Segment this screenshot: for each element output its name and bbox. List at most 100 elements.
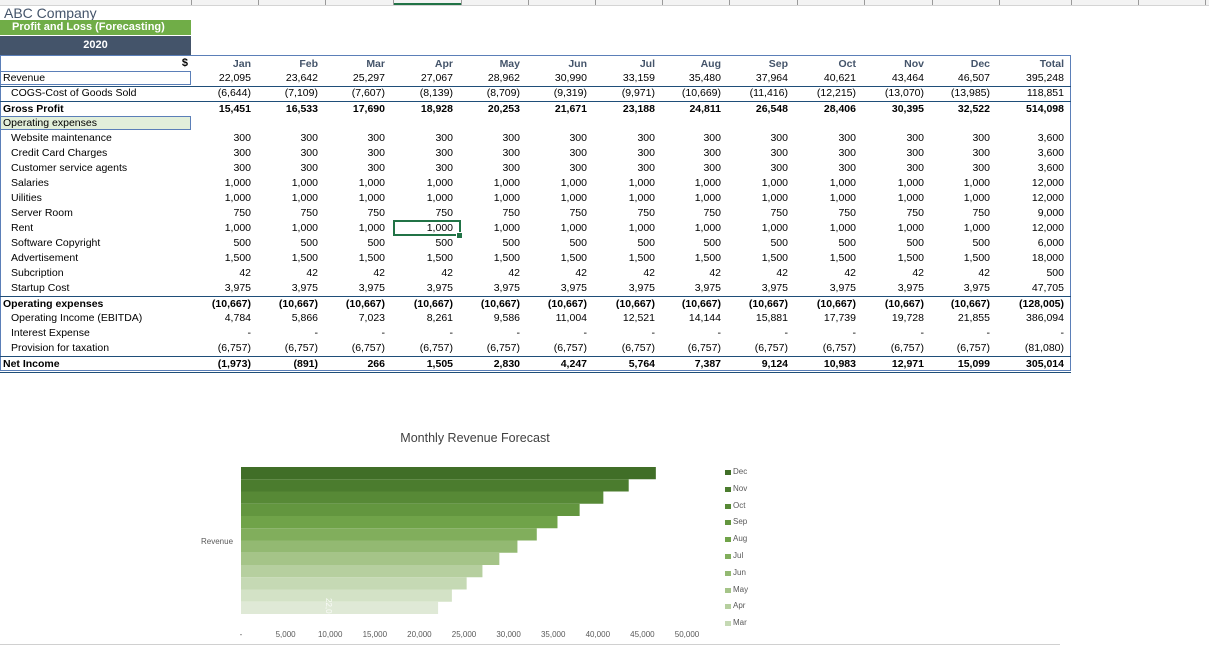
value-cell[interactable]: - xyxy=(527,326,588,341)
value-cell[interactable]: 300 xyxy=(258,146,318,161)
value-cell[interactable]: 300 xyxy=(930,161,990,176)
bar-jul[interactable] xyxy=(241,528,537,541)
value-cell[interactable]: (10,667) xyxy=(728,297,788,312)
value-cell[interactable]: 15,099 xyxy=(930,357,990,372)
value-cell[interactable]: 18,928 xyxy=(393,102,453,117)
value-cell[interactable]: (10,667) xyxy=(191,297,251,312)
value-cell[interactable]: 23,642 xyxy=(258,71,318,86)
value-cell[interactable]: 1,000 xyxy=(191,176,251,191)
value-cell[interactable]: 1,000 xyxy=(930,191,990,206)
value-cell[interactable]: (6,757) xyxy=(325,341,385,356)
value-cell[interactable] xyxy=(796,116,856,131)
value-cell[interactable]: (6,757) xyxy=(930,341,990,356)
value-cell[interactable]: - xyxy=(393,326,454,341)
value-cell[interactable]: 386,094 xyxy=(1004,311,1064,326)
value-cell[interactable]: 750 xyxy=(191,206,251,221)
value-cell[interactable]: (891) xyxy=(258,357,318,372)
value-cell[interactable]: - xyxy=(864,326,925,341)
value-cell[interactable]: 1,000 xyxy=(191,191,251,206)
row-label[interactable]: Advertisement xyxy=(11,251,78,266)
value-cell[interactable]: 750 xyxy=(460,206,520,221)
value-cell[interactable]: 1,000 xyxy=(728,221,788,236)
bar-sep[interactable] xyxy=(241,503,580,516)
value-cell[interactable]: 300 xyxy=(796,131,856,146)
value-cell[interactable]: (8,709) xyxy=(460,86,520,101)
value-cell[interactable]: - xyxy=(258,326,319,341)
value-cell[interactable]: 17,690 xyxy=(325,102,385,117)
legend-item[interactable]: Jul xyxy=(725,548,785,565)
value-cell[interactable]: 1,500 xyxy=(460,251,520,266)
month-header-jun[interactable]: Jun xyxy=(527,57,587,72)
bar-oct[interactable] xyxy=(241,491,604,504)
value-cell[interactable]: 4,784 xyxy=(191,311,251,326)
value-cell[interactable]: 9,586 xyxy=(460,311,520,326)
value-cell[interactable]: 300 xyxy=(191,161,251,176)
value-cell[interactable]: (7,109) xyxy=(258,86,318,101)
value-cell[interactable]: 300 xyxy=(728,131,788,146)
value-cell[interactable]: (10,667) xyxy=(527,297,587,312)
value-cell[interactable]: 3,975 xyxy=(661,281,721,296)
value-cell[interactable]: - xyxy=(460,326,521,341)
value-cell[interactable]: 1,000 xyxy=(527,221,587,236)
bar-jun[interactable] xyxy=(241,540,518,553)
value-cell[interactable]: (128,005) xyxy=(1004,297,1064,312)
row-label[interactable]: Website maintenance xyxy=(11,131,112,146)
value-cell[interactable]: 7,387 xyxy=(661,357,721,372)
value-cell[interactable]: 42 xyxy=(864,266,924,281)
value-cell[interactable]: 3,975 xyxy=(864,281,924,296)
value-cell[interactable]: 118,851 xyxy=(1004,86,1064,101)
value-cell[interactable]: 3,975 xyxy=(796,281,856,296)
value-cell[interactable]: - xyxy=(191,326,252,341)
value-cell[interactable] xyxy=(393,116,453,131)
value-cell[interactable]: 1,000 xyxy=(930,221,990,236)
value-cell[interactable]: 500 xyxy=(1004,266,1064,281)
value-cell[interactable]: 1,500 xyxy=(661,251,721,266)
value-cell[interactable]: 42 xyxy=(930,266,990,281)
value-cell[interactable]: 514,098 xyxy=(1004,102,1064,117)
value-cell[interactable]: 42 xyxy=(258,266,318,281)
value-cell[interactable]: 42 xyxy=(393,266,453,281)
value-cell[interactable]: 300 xyxy=(393,161,453,176)
value-cell[interactable]: 1,500 xyxy=(864,251,924,266)
value-cell[interactable]: - xyxy=(930,326,991,341)
month-header-total[interactable]: Total xyxy=(1004,57,1064,72)
value-cell[interactable]: 42 xyxy=(191,266,251,281)
value-cell[interactable]: 300 xyxy=(864,131,924,146)
value-cell[interactable]: 35,480 xyxy=(661,71,721,86)
value-cell[interactable]: 750 xyxy=(595,206,655,221)
value-cell[interactable]: - xyxy=(595,326,656,341)
value-cell[interactable]: (10,667) xyxy=(258,297,318,312)
value-cell[interactable]: 27,067 xyxy=(393,71,453,86)
month-header-oct[interactable]: Oct xyxy=(796,57,856,72)
row-label[interactable]: Uilities xyxy=(11,191,42,206)
value-cell[interactable]: 26,548 xyxy=(728,102,788,117)
value-cell[interactable]: 500 xyxy=(393,236,453,251)
value-cell[interactable]: - xyxy=(325,326,386,341)
legend-item[interactable]: Jun xyxy=(725,565,785,582)
value-cell[interactable]: 28,406 xyxy=(796,102,856,117)
column-header-strip[interactable] xyxy=(0,0,1209,6)
value-cell[interactable]: 42 xyxy=(595,266,655,281)
value-cell[interactable]: 24,811 xyxy=(661,102,721,117)
value-cell[interactable]: 500 xyxy=(191,236,251,251)
value-cell[interactable]: 20,253 xyxy=(460,102,520,117)
legend-item[interactable]: Mar xyxy=(725,615,785,632)
value-cell[interactable] xyxy=(258,116,318,131)
value-cell[interactable]: 500 xyxy=(796,236,856,251)
value-cell[interactable]: 300 xyxy=(864,161,924,176)
value-cell[interactable] xyxy=(595,116,655,131)
value-cell[interactable]: 42 xyxy=(728,266,788,281)
value-cell[interactable]: 500 xyxy=(930,236,990,251)
value-cell[interactable]: 46,507 xyxy=(930,71,990,86)
value-cell[interactable]: 500 xyxy=(258,236,318,251)
value-cell[interactable]: 305,014 xyxy=(1004,357,1064,372)
value-cell[interactable]: 18,000 xyxy=(1004,251,1064,266)
value-cell[interactable]: 1,500 xyxy=(796,251,856,266)
value-cell[interactable]: 1,000 xyxy=(325,191,385,206)
value-cell[interactable]: 1,000 xyxy=(864,191,924,206)
value-cell[interactable]: (10,667) xyxy=(460,297,520,312)
value-cell[interactable]: 42 xyxy=(527,266,587,281)
value-cell[interactable]: 395,248 xyxy=(1004,71,1064,86)
value-cell[interactable]: 1,000 xyxy=(661,191,721,206)
bar-jan[interactable] xyxy=(241,601,439,614)
